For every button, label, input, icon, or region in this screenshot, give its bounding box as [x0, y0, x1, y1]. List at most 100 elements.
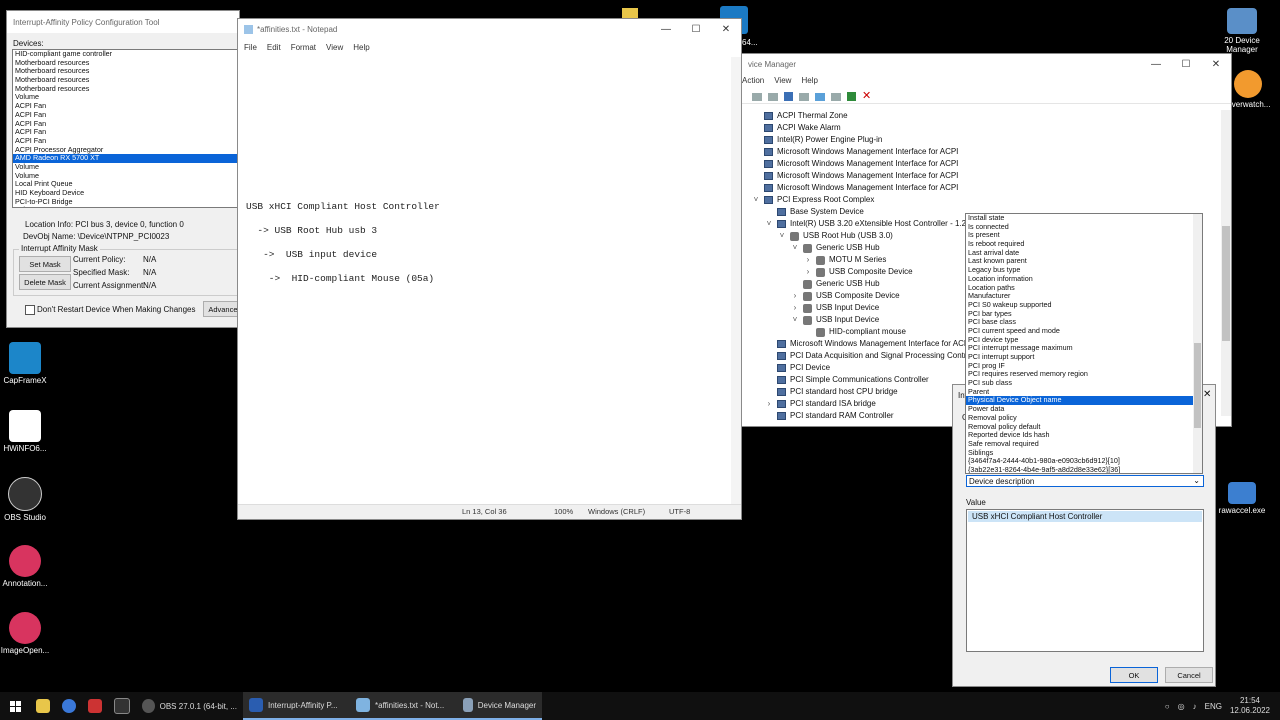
taskbar-app[interactable]: [82, 692, 108, 720]
chevron-down-icon[interactable]: ˅: [791, 242, 799, 254]
tree-item[interactable]: Microsoft Windows Management Interface f…: [765, 338, 971, 350]
update-driver-icon[interactable]: [847, 92, 856, 101]
affinity-titlebar[interactable]: Interrupt-Affinity Policy Configuration …: [7, 11, 239, 33]
globe-icon[interactable]: ◎: [1178, 702, 1185, 711]
tree-item[interactable]: › USB Input Device: [791, 302, 879, 314]
dropdown-option[interactable]: {3ab22e31-8264-4b4e-9af5-a8d2d8e33e62}[3…: [966, 465, 1202, 473]
menu-item[interactable]: Action: [742, 76, 764, 85]
menu-item[interactable]: Edit: [267, 43, 281, 52]
tree-item[interactable]: PCI Data Acquisition and Signal Processi…: [765, 350, 982, 362]
tree-item[interactable]: PCI standard host CPU bridge: [765, 386, 898, 398]
desktop-icon-device-manager[interactable]: 20 Device Manager: [1212, 8, 1272, 54]
device-list-item[interactable]: ACPI Fan: [13, 110, 239, 120]
set-mask-button[interactable]: Set Mask: [19, 256, 71, 272]
tree-item[interactable]: › USB Composite Device: [791, 290, 900, 302]
taskbar-chrome[interactable]: [56, 692, 82, 720]
tree-item[interactable]: Microsoft Windows Management Interface f…: [752, 158, 958, 170]
tree-item[interactable]: ˅ USB Input Device: [791, 314, 879, 326]
dropdown-option[interactable]: PCI sub class: [966, 378, 1202, 388]
desktop-icon[interactable]: ImageOpen...: [0, 612, 55, 655]
chevron-down-icon[interactable]: ˅: [791, 314, 799, 326]
device-list-item[interactable]: AMD Radeon RX 5700 XT: [13, 154, 239, 163]
minimize-icon[interactable]: —: [1141, 59, 1171, 70]
device-manager-titlebar[interactable]: vice Manager — ☐ ✕: [742, 54, 1231, 74]
dropdown-option[interactable]: Is connected: [966, 222, 1202, 232]
scrollbar[interactable]: [731, 57, 741, 505]
advanced-button[interactable]: Advanced: [203, 301, 239, 317]
taskbar-item[interactable]: *affinities.txt - Not...: [350, 692, 457, 720]
notepad-titlebar[interactable]: *affinities.txt - Notepad — ☐ ✕: [238, 19, 741, 39]
tree-item[interactable]: Microsoft Windows Management Interface f…: [752, 182, 958, 194]
maximize-icon[interactable]: ☐: [681, 24, 711, 35]
notepad-text-area[interactable]: USB xHCI Compliant Host Controller -> US…: [246, 195, 440, 291]
forward-icon[interactable]: [768, 92, 778, 101]
network-icon[interactable]: ○: [1165, 702, 1170, 711]
property-select[interactable]: Device description ⌄: [966, 475, 1204, 487]
language-indicator[interactable]: ENG: [1205, 702, 1222, 711]
tree-item[interactable]: Generic USB Hub: [791, 278, 880, 290]
taskbar-item[interactable]: Interrupt-Affinity P...: [243, 692, 350, 720]
tree-item[interactable]: HID-compliant mouse: [804, 326, 906, 338]
start-button[interactable]: [0, 692, 30, 720]
tree-item[interactable]: › USB Composite Device: [804, 266, 913, 278]
menu-item[interactable]: Help: [801, 76, 817, 85]
tree-item[interactable]: PCI Simple Communications Controller: [765, 374, 929, 386]
close-icon[interactable]: ✕: [1201, 59, 1231, 70]
chevron-right-icon[interactable]: ›: [765, 398, 773, 410]
menu-item[interactable]: Help: [353, 43, 369, 52]
taskbar-item[interactable]: OBS 27.0.1 (64-bit, ...: [136, 692, 243, 720]
desktop-icon[interactable]: CapFrameX: [0, 342, 55, 385]
tree-item[interactable]: ˅ Intel(R) USB 3.20 eXtensible Host Contr…: [765, 218, 971, 230]
devices-list[interactable]: HID-compliant game controller Motherboard…: [12, 49, 239, 208]
dropdown-option[interactable]: Safe removal required: [966, 439, 1202, 449]
volume-icon[interactable]: ♪: [1193, 702, 1197, 711]
close-icon[interactable]: ✕: [711, 24, 741, 35]
tree-item[interactable]: ˅ USB Root Hub (USB 3.0): [778, 230, 893, 242]
device-list-item[interactable]: Motherboard resources: [13, 84, 239, 94]
tree-item[interactable]: PCI standard RAM Controller: [765, 410, 894, 422]
tree-item[interactable]: Microsoft Windows Management Interface f…: [752, 146, 958, 158]
scan-icon[interactable]: [831, 92, 841, 101]
device-list-item[interactable]: Volume Manager: [13, 206, 239, 207]
chevron-down-icon[interactable]: ˅: [778, 230, 786, 242]
tree-item[interactable]: ˅ PCI Express Root Complex: [752, 194, 874, 206]
chevron-right-icon[interactable]: ›: [791, 290, 799, 302]
clock[interactable]: 21:54 12.06.2022: [1230, 696, 1270, 716]
tree-item[interactable]: ACPI Wake Alarm: [752, 122, 841, 134]
device-list-item[interactable]: ACPI Fan: [13, 101, 239, 111]
taskbar-item[interactable]: Device Manager: [457, 692, 542, 720]
tree-item[interactable]: PCI Device: [765, 362, 830, 374]
menu-item[interactable]: Format: [291, 43, 316, 52]
chevron-right-icon[interactable]: ›: [804, 254, 812, 266]
taskbar-explorer[interactable]: [30, 692, 56, 720]
menu-item[interactable]: View: [774, 76, 791, 85]
ok-button[interactable]: OK: [1110, 667, 1158, 683]
properties-icon[interactable]: [799, 92, 809, 101]
dont-restart-checkbox[interactable]: [25, 305, 35, 315]
tree-item[interactable]: › PCI standard ISA bridge: [765, 398, 876, 410]
tree-item[interactable]: › MOTU M Series: [804, 254, 886, 266]
chevron-right-icon[interactable]: ›: [791, 302, 799, 314]
device-list-item[interactable]: ACPI Fan: [13, 119, 239, 129]
chevron-down-icon[interactable]: ˅: [765, 218, 773, 230]
minimize-icon[interactable]: —: [651, 24, 681, 35]
value-list[interactable]: USB xHCI Compliant Host Controller: [966, 509, 1204, 652]
taskbar-terminal[interactable]: [108, 692, 136, 720]
chevron-down-icon[interactable]: ˅: [752, 194, 760, 206]
value-item[interactable]: USB xHCI Compliant Host Controller: [968, 511, 1202, 522]
menu-item[interactable]: File: [244, 43, 257, 52]
property-dropdown-list[interactable]: Install state Is connected Is present Is re…: [965, 213, 1203, 474]
close-icon[interactable]: ✕: [1203, 389, 1211, 400]
tree-item[interactable]: ACPI Thermal Zone: [752, 110, 848, 122]
delete-mask-button[interactable]: Delete Mask: [19, 274, 71, 290]
tree-item[interactable]: ˅ Generic USB Hub: [791, 242, 880, 254]
device-list-item[interactable]: ACPI Fan: [13, 127, 239, 137]
cancel-button[interactable]: Cancel: [1165, 667, 1213, 683]
device-list-item[interactable]: Volume: [13, 93, 239, 102]
device-list-item[interactable]: Volume: [13, 162, 239, 172]
back-icon[interactable]: [752, 92, 762, 101]
desktop-icon-rawaccel[interactable]: rawaccel.exe: [1212, 482, 1272, 515]
tree-item[interactable]: Intel(R) Power Engine Plug-in: [752, 134, 882, 146]
tree-item[interactable]: Base System Device: [765, 206, 864, 218]
desktop-icon[interactable]: HWiNFO6...: [0, 410, 55, 453]
